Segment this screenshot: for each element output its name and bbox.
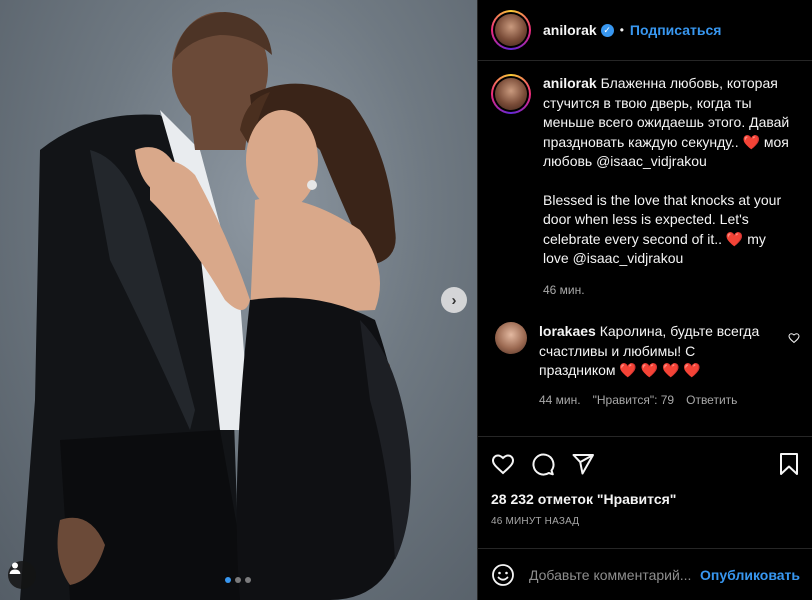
post-caption: anilorak Блаженна любовь, которая стучит… [478,62,812,300]
carousel-dot-active [225,577,231,583]
commenter-username[interactable]: lorakaes [539,323,596,339]
caption-username[interactable]: anilorak [543,75,597,91]
comment-meta: 44 мин. "Нравится": 79 Ответить [539,391,769,411]
caption-author-avatar[interactable] [491,74,531,114]
comment-time: 44 мин. [539,392,581,407]
carousel-dot [245,577,251,583]
posted-time[interactable]: 46 МИНУТ НАЗАД [491,516,800,527]
heart-icon[interactable] [491,452,515,476]
caption-en-paragraph: Blessed is the love that knocks at your … [543,191,793,269]
author-username[interactable]: anilorak [543,22,597,38]
send-icon[interactable] [571,452,595,476]
comments-list[interactable]: anilorak Блаженна любовь, которая стучит… [478,62,812,435]
comment-composer: Опубликовать [478,548,812,600]
follow-button[interactable]: Подписаться [630,22,722,38]
post-header: anilorak ✓ • Подписаться [478,0,812,61]
post-actions: 28 232 отметок "Нравится" 46 МИНУТ НАЗАД [478,436,812,527]
heart-emoji: ❤️ [725,230,744,247]
heart-emoji: ❤️ [742,133,760,150]
photo-illustration [20,12,411,600]
comment-icon[interactable] [531,452,555,476]
comment-reply-button[interactable]: Ответить [686,391,737,411]
action-icons [491,437,800,491]
caption-text: anilorak Блаженна любовь, которая стучит… [543,74,793,300]
commenter-avatar[interactable] [495,322,527,354]
post-side-panel: anilorak ✓ • Подписаться anilorak Блажен… [477,0,812,600]
comment-item: lorakaes Каролина, будьте всегда счастли… [478,300,812,410]
publish-button[interactable]: Опубликовать [700,567,800,583]
header-separator: • [619,23,624,37]
carousel-dot [235,577,241,583]
comment-hearts: ❤️ ❤️ ❤️ ❤️ [619,362,701,378]
chevron-right-icon: › [451,291,457,309]
carousel-next-button[interactable]: › [441,287,467,313]
carousel-indicator [225,577,251,583]
caption-time: 46 мин. [543,282,585,297]
verified-badge-icon: ✓ [600,23,614,37]
author-avatar[interactable] [491,10,531,50]
comment-like-heart-icon[interactable] [788,332,800,344]
comment-likes[interactable]: "Нравится": 79 [593,391,675,411]
user-tags-button[interactable] [8,561,36,589]
emoji-icon[interactable] [491,563,515,587]
caption-en-text: Blessed is the love that knocks at your … [543,191,782,247]
comment-input[interactable] [529,566,699,583]
post-photo[interactable]: › [0,0,477,600]
bookmark-icon[interactable] [778,452,800,476]
user-tag-icon [9,562,21,574]
comment-text: lorakaes Каролина, будьте всегда счастли… [539,322,769,410]
likes-count[interactable]: 28 232 отметок "Нравится" [491,491,800,507]
